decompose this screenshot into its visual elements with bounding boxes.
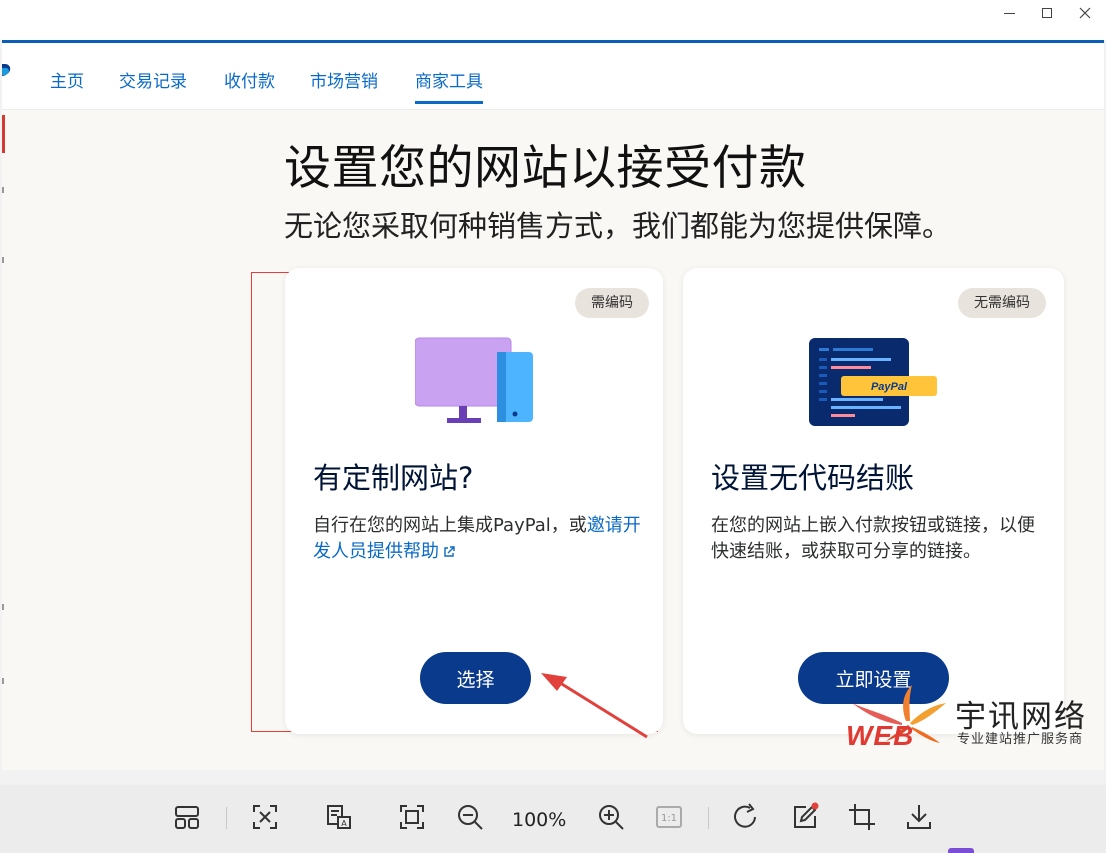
layout-icon [175,806,199,829]
zoom-in-button[interactable] [594,800,628,834]
maximize-button[interactable] [1030,2,1064,24]
paypal-button-label: PayPal [871,381,908,393]
taskbar-accent [948,848,974,853]
fullscreen-button[interactable] [395,800,429,834]
edit-icon [794,802,819,828]
nav-item-merchant-tools[interactable]: 商家工具 [415,67,483,104]
crop-button[interactable] [845,800,879,834]
minimize-button[interactable] [992,2,1026,24]
nav-item-payments[interactable]: 收付款 [224,67,275,92]
fit-button[interactable] [248,800,282,834]
monitor-phone-icon [415,337,533,423]
card-title: 有定制网站? [313,461,474,495]
nav-item-marketing[interactable]: 市场营销 [310,67,378,92]
paypal-logo-icon [2,64,11,76]
no-code-checkout-card: 无需编码 PayPal 设置无代码结账 在您的网站上嵌入付款按钮或链接，以便快速… [683,268,1064,734]
zoom-out-icon [458,805,483,830]
edit-button[interactable] [788,800,822,834]
external-link-icon [444,546,455,557]
nav-item-transactions[interactable]: 交易记录 [119,67,187,92]
ocr-button[interactable]: A [322,800,356,834]
actual-size-icon: 1:1 [656,806,682,828]
page-subtitle: 无论您采取何种销售方式，我们都能为您提供保障。 [284,209,952,243]
image-viewer-window: 主页 交易记录 收付款 市场营销 商家工具 设置您的网站以接受付款 无论您采取何… [0,0,1106,853]
zoom-in-icon [599,805,624,830]
ocr-icon: A [327,805,351,829]
annotation-arrow-icon [541,673,648,739]
card-description-text: 自行在您的网站上集成PayPal，或 [313,515,587,536]
svg-text:A: A [341,819,347,828]
actual-size-label: 1:1 [661,813,677,824]
toolbar-divider [226,807,227,829]
close-icon [1079,7,1091,19]
no-coding-badge: 无需编码 [958,288,1046,318]
left-edge-strip [2,115,5,684]
rotate-icon [734,803,756,828]
coding-required-badge: 需编码 [575,288,649,318]
actual-size-button[interactable]: 1:1 [652,800,686,834]
watermark-tagline: 专业建站推广服务商 [957,732,1084,747]
title-bar [0,0,1106,40]
card-description: 在您的网站上嵌入付款按钮或链接，以便快速结账，或获取可分享的链接。 [711,515,1035,562]
fullscreen-icon [400,805,424,829]
rotate-button[interactable] [729,800,763,834]
nav-item-home[interactable]: 主页 [50,67,84,92]
zoom-level: 100% [512,809,567,831]
download-icon [907,805,931,829]
layout-button[interactable] [170,800,204,834]
zoom-out-button[interactable] [453,800,487,834]
top-nav: 主页 交易记录 收付款 市场营销 商家工具 [2,43,1104,110]
code-paypal-button-icon: PayPal [809,338,937,426]
maximize-icon [1042,8,1052,18]
card-title: 设置无代码结账 [711,461,915,495]
close-button[interactable] [1068,2,1102,24]
fit-icon [253,805,277,829]
screenshot-page: 主页 交易记录 收付款 市场营销 商家工具 设置您的网站以接受付款 无论您采取何… [2,40,1104,770]
viewer-toolbar: A 100% 1:1 [0,785,1106,853]
download-button[interactable] [902,800,936,834]
toolbar-divider [708,807,709,829]
card-description: 自行在您的网站上集成PayPal，或邀请开发人员提供帮助 [313,513,643,565]
crop-icon [849,804,875,830]
select-button[interactable]: 选择 [420,652,531,704]
minimize-icon [1003,12,1015,14]
watermark-web-text: WEB [846,720,915,751]
page-title: 设置您的网站以接受付款 [284,141,807,196]
